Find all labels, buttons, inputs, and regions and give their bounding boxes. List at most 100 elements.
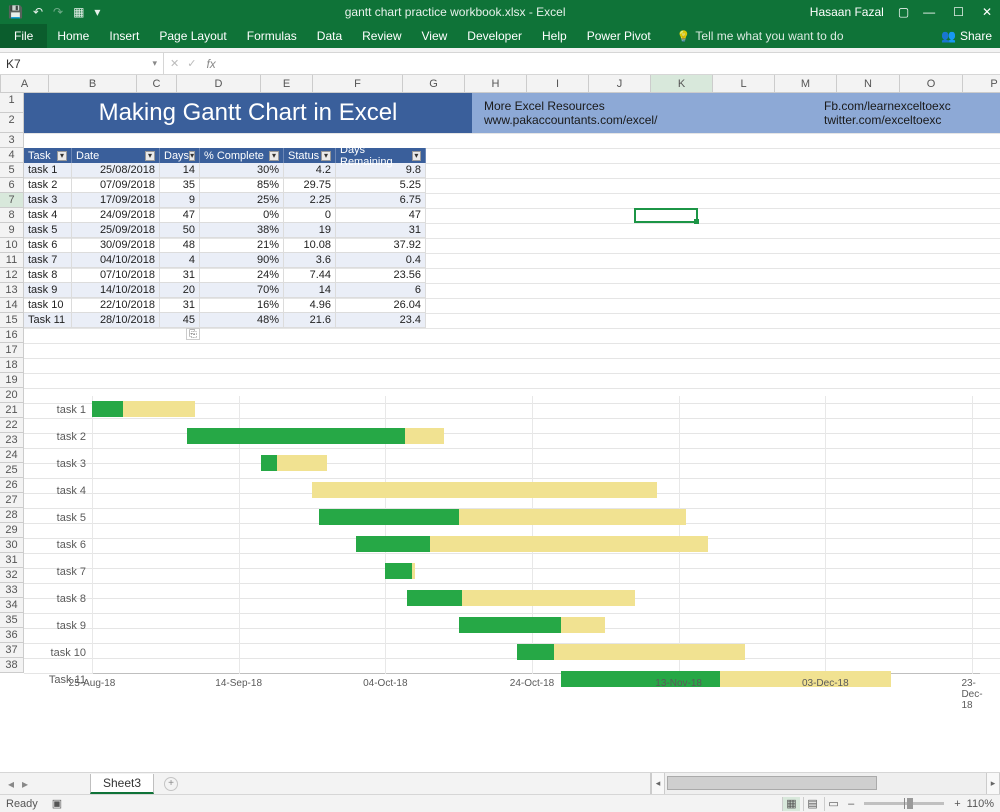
table-row[interactable]: task 914/10/20182070%146 [24,283,426,298]
table-cell[interactable]: task 10 [24,298,72,313]
gantt-bar[interactable] [356,536,708,552]
column-header[interactable]: L [713,75,775,92]
table-cell[interactable]: 6.75 [336,193,426,208]
table-cell[interactable]: 24% [200,268,284,283]
table-cell[interactable]: 07/09/2018 [72,178,160,193]
table-header[interactable]: Task▾ [24,148,72,163]
name-box[interactable]: K7 [0,53,164,74]
row-header[interactable]: 5 [0,163,24,178]
gantt-bar[interactable] [407,590,634,606]
ribbon-tab-developer[interactable]: Developer [457,24,532,48]
table-cell[interactable]: task 1 [24,163,72,178]
table-cell[interactable]: 48 [160,238,200,253]
filter-dropdown-icon[interactable]: ▾ [189,151,195,161]
table-row[interactable]: task 1022/10/20183116%4.9626.04 [24,298,426,313]
table-cell[interactable]: 3.6 [284,253,336,268]
table-row[interactable]: task 807/10/20183124%7.4423.56 [24,268,426,283]
table-cell[interactable]: 7.44 [284,268,336,283]
row-header[interactable]: 27 [0,493,24,508]
table-cell[interactable]: 30/09/2018 [72,238,160,253]
ribbon-tab-review[interactable]: Review [352,24,411,48]
table-cell[interactable]: 0% [200,208,284,223]
normal-view-icon[interactable]: ▦ [782,797,800,811]
table-cell[interactable]: 25% [200,193,284,208]
row-header[interactable]: 3 [0,133,24,148]
ribbon-tab-insert[interactable]: Insert [99,24,149,48]
row-header[interactable]: 34 [0,598,24,613]
column-header[interactable]: F [313,75,403,92]
zoom-slider[interactable] [864,802,944,805]
table-cell[interactable]: 14 [284,283,336,298]
table-cell[interactable]: task 7 [24,253,72,268]
ribbon-tab-power-pivot[interactable]: Power Pivot [577,24,661,48]
table-cell[interactable]: 31 [160,298,200,313]
table-cell[interactable]: 9 [160,193,200,208]
table-cell[interactable]: 4.2 [284,163,336,178]
row-header[interactable]: 12 [0,268,24,283]
table-row[interactable]: task 630/09/20184821%10.0837.92 [24,238,426,253]
row-header[interactable]: 17 [0,343,24,358]
row-header[interactable]: 26 [0,478,24,493]
table-row[interactable]: task 424/09/2018470%047 [24,208,426,223]
zoom-level[interactable]: 110% [967,798,994,810]
table-cell[interactable]: Task 11 [24,313,72,328]
table-row[interactable]: task 125/08/20181430%4.29.8 [24,163,426,178]
row-header[interactable]: 7 [0,193,24,208]
table-cell[interactable]: 9.8 [336,163,426,178]
row-header[interactable]: 24 [0,448,24,463]
close-icon[interactable]: ✕ [982,5,992,19]
row-header[interactable]: 36 [0,628,24,643]
table-cell[interactable]: task 8 [24,268,72,283]
page-layout-icon[interactable]: ▤ [803,797,821,811]
table-cell[interactable]: 22/10/2018 [72,298,160,313]
column-header[interactable]: G [403,75,465,92]
zoom-out-icon[interactable]: – [848,798,854,810]
table-cell[interactable]: task 2 [24,178,72,193]
table-cell[interactable]: 10.08 [284,238,336,253]
table-cell[interactable]: 47 [160,208,200,223]
table-header[interactable]: Date▾ [72,148,160,163]
scroll-left-icon[interactable]: ◂ [651,773,665,794]
gantt-bar[interactable] [319,509,686,525]
user-name[interactable]: Hasaan Fazal [810,5,884,19]
row-header[interactable]: 2 [0,113,24,133]
column-header[interactable]: M [775,75,837,92]
scroll-right-icon[interactable]: ▸ [986,773,1000,794]
table-cell[interactable]: 24/09/2018 [72,208,160,223]
table-cell[interactable]: 47 [336,208,426,223]
column-header[interactable]: E [261,75,313,92]
table-cell[interactable]: 16% [200,298,284,313]
resources-link[interactable]: www.pakaccountants.com/excel/ [484,113,657,127]
table-cell[interactable]: 31 [160,268,200,283]
row-header[interactable]: 16 [0,328,24,343]
table-header[interactable]: Days Remaining▾ [336,148,426,163]
table-cell[interactable]: 17/09/2018 [72,193,160,208]
row-header[interactable]: 25 [0,463,24,478]
row-header[interactable]: 21 [0,403,24,418]
twitter-link[interactable]: twitter.com/exceltoexc [824,113,941,127]
first-sheet-icon[interactable]: ◂ [8,777,14,791]
customize-qat-icon[interactable]: ▾ [94,5,100,19]
table-cell[interactable]: 37.92 [336,238,426,253]
column-header[interactable]: B [49,75,137,92]
gantt-chart[interactable]: task 1task 2task 3task 4task 5task 6task… [40,396,980,692]
column-header[interactable]: O [900,75,963,92]
table-cell[interactable]: 70% [200,283,284,298]
row-header[interactable]: 14 [0,298,24,313]
row-header[interactable]: 4 [0,148,24,163]
formula-input[interactable] [224,53,1000,74]
table-cell[interactable]: 38% [200,223,284,238]
table-cell[interactable]: 6 [336,283,426,298]
table-cell[interactable]: 5.25 [336,178,426,193]
table-cell[interactable]: 14 [160,163,200,178]
gantt-bar[interactable] [312,482,657,498]
column-header[interactable]: N [837,75,900,92]
column-header[interactable]: K [651,75,713,92]
row-header[interactable]: 30 [0,538,24,553]
row-header[interactable]: 22 [0,418,24,433]
table-cell[interactable]: 2.25 [284,193,336,208]
row-header[interactable]: 38 [0,658,24,673]
macro-record-icon[interactable]: ▣ [52,797,62,810]
worksheet-grid[interactable]: ABCDEFGHIJKLMNOP 12345678910111213141516… [0,75,1000,787]
undo-icon[interactable]: ↶ [33,5,43,19]
